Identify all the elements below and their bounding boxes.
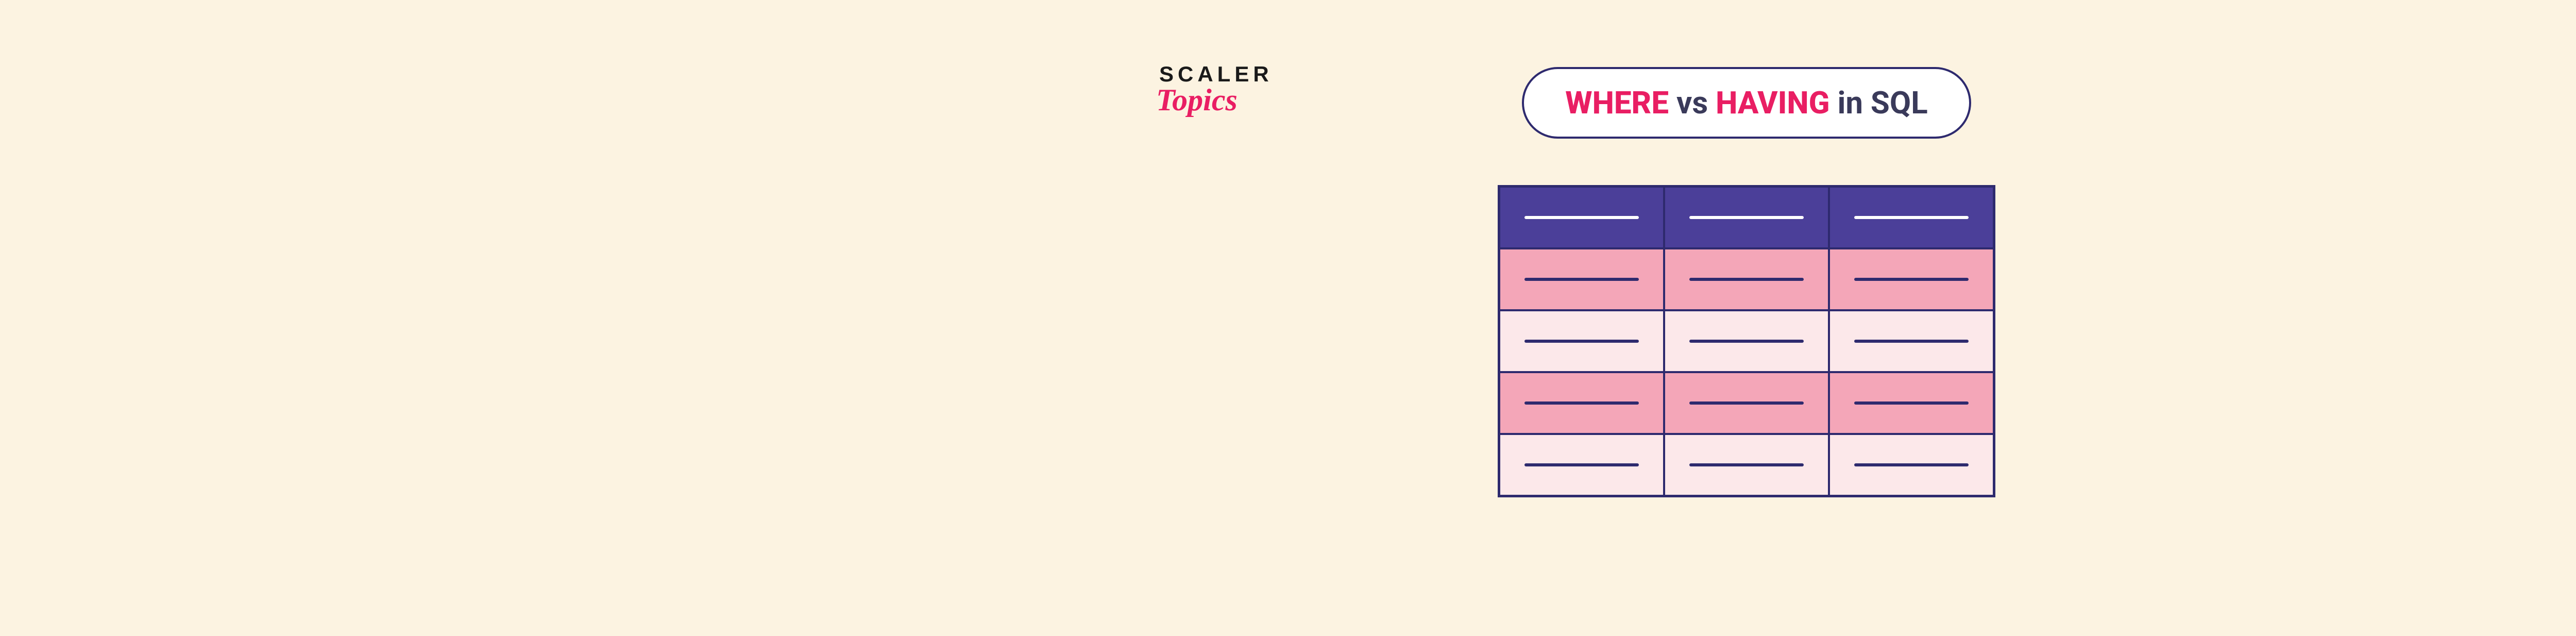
placeholder-line (1854, 216, 1968, 219)
placeholder-line (1524, 216, 1638, 219)
placeholder-line (1524, 463, 1638, 466)
illustrative-table (1498, 185, 1995, 497)
table-row-cell (1499, 310, 1664, 372)
placeholder-line (1689, 216, 1803, 219)
placeholder-line (1689, 278, 1803, 281)
title-rest: in SQL (1837, 85, 1927, 121)
table-row-cell (1664, 372, 1829, 434)
main-content: WHERE vs HAVING in SQL (1468, 67, 2025, 497)
table-row-cell (1829, 372, 1994, 434)
table-header-cell (1664, 187, 1829, 248)
placeholder-line (1854, 401, 1968, 405)
placeholder-line (1524, 340, 1638, 343)
placeholder-line (1854, 340, 1968, 343)
table-row-cell (1499, 434, 1664, 496)
title-vs: vs (1676, 85, 1708, 121)
logo-text-topics: Topics (1156, 82, 1314, 118)
table-row-cell (1664, 434, 1829, 496)
title-keyword-having: HAVING (1716, 85, 1830, 121)
table-row-cell (1664, 310, 1829, 372)
table-row-cell (1829, 248, 1994, 310)
title-keyword-where: WHERE (1565, 85, 1669, 121)
title-banner: WHERE vs HAVING in SQL (1522, 67, 1971, 139)
placeholder-line (1854, 278, 1968, 281)
table-row-cell (1829, 434, 1994, 496)
table-row-cell (1829, 310, 1994, 372)
table-header-cell (1829, 187, 1994, 248)
placeholder-line (1689, 401, 1803, 405)
scaler-topics-logo: SCALER Topics (1159, 62, 1314, 118)
placeholder-line (1854, 463, 1968, 466)
table-row-cell (1499, 248, 1664, 310)
table-row-cell (1664, 248, 1829, 310)
placeholder-line (1524, 278, 1638, 281)
placeholder-line (1689, 463, 1803, 466)
placeholder-line (1524, 401, 1638, 405)
placeholder-line (1689, 340, 1803, 343)
table-header-cell (1499, 187, 1664, 248)
table-row-cell (1499, 372, 1664, 434)
